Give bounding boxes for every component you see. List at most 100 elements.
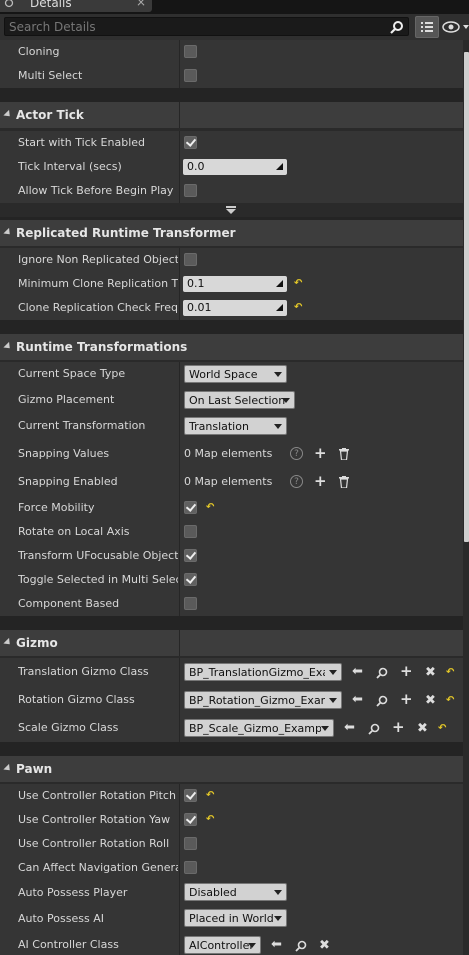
translation-gizmo-class-picker[interactable]: BP_TranslationGizmo_Example (184, 663, 342, 681)
reset-to-default-icon[interactable]: ↶ (438, 723, 446, 734)
category-gizmo[interactable]: Gizmo (0, 630, 463, 656)
ai-controller-class-picker[interactable]: AIController (184, 936, 261, 954)
property-row: AI Controller Class AIController ⬅ ✖ (0, 932, 463, 955)
component-based-checkbox[interactable] (184, 597, 197, 610)
column-divider[interactable] (179, 362, 180, 388)
clear-icon[interactable]: ✖ (425, 665, 436, 680)
column-divider[interactable] (179, 714, 180, 742)
search-box[interactable] (4, 17, 409, 36)
use-selected-arrow-icon[interactable]: ⬅ (344, 720, 355, 735)
column-divider[interactable] (179, 686, 180, 714)
column-divider[interactable] (179, 658, 180, 686)
use-rotation-yaw-checkbox[interactable] (184, 813, 197, 826)
column-divider[interactable] (179, 388, 180, 414)
column-divider[interactable] (179, 155, 180, 179)
force-mobility-checkbox[interactable] (184, 501, 197, 514)
column-divider[interactable] (179, 272, 180, 296)
visibility-filter-button[interactable] (442, 18, 469, 36)
start-with-tick-checkbox[interactable] (184, 136, 197, 149)
add-class-icon[interactable]: + (400, 690, 413, 708)
search-icon[interactable] (390, 20, 404, 34)
reset-to-default-icon[interactable]: ↶ (206, 790, 214, 801)
help-icon[interactable]: ? (290, 447, 303, 460)
space-type-dropdown[interactable]: World Space (184, 365, 287, 383)
use-rotation-pitch-checkbox[interactable] (184, 789, 197, 802)
min-clone-replication-field[interactable]: 0.1 (183, 276, 287, 292)
column-divider[interactable] (179, 832, 180, 856)
add-class-icon[interactable]: + (400, 662, 413, 680)
browse-icon[interactable] (376, 667, 388, 679)
property-row: Minimum Clone Replication Time 0.1 ↶ (0, 272, 463, 296)
category-actor-tick[interactable]: Actor Tick (0, 102, 463, 128)
trash-icon[interactable] (339, 448, 349, 460)
reset-to-default-icon[interactable]: ↶ (294, 302, 302, 313)
scale-gizmo-class-picker[interactable]: BP_Scale_Gizmo_Example (184, 719, 334, 737)
column-divider[interactable] (179, 856, 180, 880)
allow-tick-checkbox[interactable] (184, 184, 197, 197)
reset-to-default-icon[interactable]: ↶ (206, 502, 214, 513)
column-divider[interactable] (179, 544, 180, 568)
view-options-button[interactable] (415, 16, 439, 38)
clone-replication-check-field[interactable]: 0.01 (183, 300, 287, 316)
add-class-icon[interactable]: + (392, 718, 405, 736)
reset-to-default-icon[interactable]: ↶ (294, 278, 302, 289)
auto-possess-player-dropdown[interactable]: Disabled (184, 883, 287, 901)
use-rotation-roll-checkbox[interactable] (184, 837, 197, 850)
use-selected-arrow-icon[interactable]: ⬅ (352, 692, 363, 707)
trash-icon[interactable] (339, 476, 349, 488)
search-input[interactable] (9, 19, 379, 34)
gizmo-placement-dropdown[interactable]: On Last Selection (184, 391, 295, 409)
transformation-dropdown[interactable]: Translation (184, 417, 287, 435)
add-element-icon[interactable]: + (314, 444, 327, 462)
column-divider[interactable] (179, 468, 180, 496)
rotation-gizmo-class-picker[interactable]: BP_Rotation_Gizmo_Example (184, 691, 342, 709)
reset-to-default-icon[interactable]: ↶ (446, 667, 454, 678)
clear-icon[interactable]: ✖ (425, 693, 436, 708)
column-divider[interactable] (179, 64, 180, 88)
rotate-local-checkbox[interactable] (184, 525, 197, 538)
clear-icon[interactable]: ✖ (417, 721, 428, 736)
category-runtime-transformations[interactable]: Runtime Transformations (0, 334, 463, 360)
column-divider[interactable] (179, 568, 180, 592)
column-divider[interactable] (179, 40, 180, 64)
ignore-non-replicated-checkbox[interactable] (184, 253, 197, 266)
multi-select-checkbox[interactable] (184, 69, 197, 82)
toggle-selected-checkbox[interactable] (184, 573, 197, 586)
help-icon[interactable]: ? (290, 475, 303, 488)
column-divider[interactable] (179, 592, 180, 616)
browse-icon[interactable] (295, 940, 307, 952)
reset-to-default-icon[interactable]: ↶ (206, 814, 214, 825)
column-divider[interactable] (179, 440, 180, 468)
category-replicated[interactable]: Replicated Runtime Transformer (0, 220, 463, 246)
use-selected-arrow-icon[interactable]: ⬅ (271, 937, 282, 952)
browse-icon[interactable] (376, 695, 388, 707)
can-affect-navigation-checkbox[interactable] (184, 861, 197, 874)
use-selected-arrow-icon[interactable]: ⬅ (352, 664, 363, 679)
auto-possess-ai-dropdown[interactable]: Placed in World (184, 909, 287, 927)
column-divider[interactable] (179, 784, 180, 808)
tick-interval-field[interactable]: 0.0 (183, 159, 287, 175)
add-element-icon[interactable]: + (314, 472, 327, 490)
browse-icon[interactable] (368, 723, 380, 735)
property-label: Tick Interval (secs) (18, 160, 122, 173)
column-divider[interactable] (179, 880, 180, 906)
column-divider[interactable] (179, 520, 180, 544)
transform-ufocusable-checkbox[interactable] (184, 549, 197, 562)
advanced-expander[interactable] (0, 203, 463, 217)
cloning-checkbox[interactable] (184, 45, 197, 58)
column-divider[interactable] (179, 179, 180, 203)
column-divider[interactable] (179, 131, 180, 155)
category-pawn[interactable]: Pawn (0, 756, 463, 782)
column-divider[interactable] (179, 932, 180, 955)
column-divider[interactable] (179, 414, 180, 440)
clear-icon[interactable]: ✖ (319, 938, 330, 953)
column-divider[interactable] (179, 808, 180, 832)
column-divider[interactable] (179, 296, 180, 320)
scrollbar-thumb[interactable] (464, 52, 469, 542)
reset-to-default-icon[interactable]: ↶ (446, 695, 454, 706)
column-divider[interactable] (179, 496, 180, 520)
column-divider[interactable] (179, 906, 180, 932)
tab-details[interactable]: Details × (0, 0, 152, 12)
column-divider[interactable] (179, 248, 180, 272)
tab-close-icon[interactable]: × (136, 0, 146, 9)
